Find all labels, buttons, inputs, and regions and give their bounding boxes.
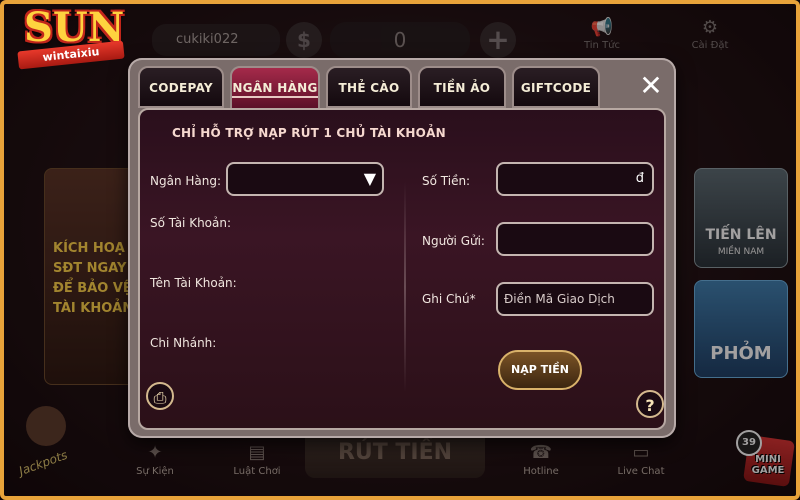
account-number-label: Số Tài Khoản: [150, 216, 232, 230]
tab-codepay[interactable]: CODEPAY [138, 66, 224, 108]
bank-select[interactable]: ▼ [226, 162, 384, 196]
tab-label: GIFTCODE [520, 81, 592, 95]
amount-label: Số Tiền: [422, 174, 471, 188]
deposit-dialog: CODEPAY NGÂN HÀNG THẺ CÀO TIỀN ẢO GIFTCO… [128, 58, 676, 438]
single-account-notice: CHỈ HỖ TRỢ NẠP RÚT 1 CHỦ TÀI KHOẢN [172, 126, 446, 140]
sun-logo: SUN wintaixiu [14, 4, 126, 70]
bank-label: Ngân Hàng: [150, 174, 222, 188]
note-label: Ghi Chú* [422, 292, 476, 306]
tab-giftcode[interactable]: GIFTCODE [512, 66, 600, 108]
account-name-label: Tên Tài Khoản: [150, 276, 237, 290]
sender-input[interactable] [496, 222, 654, 256]
sender-label: Người Gửi: [422, 234, 485, 248]
tab-tien-ao[interactable]: TIỀN ẢO [418, 66, 506, 108]
deposit-submit-button[interactable]: NẠP TIỀN [498, 350, 582, 390]
help-button[interactable]: ? [636, 390, 664, 418]
bank-deposit-panel: CHỈ HỖ TRỢ NẠP RÚT 1 CHỦ TÀI KHOẢN Ngân … [138, 108, 666, 430]
tab-ngan-hang[interactable]: NGÂN HÀNG [230, 66, 320, 110]
tab-label: CODEPAY [149, 81, 213, 95]
branch-label: Chi Nhánh: [150, 336, 217, 350]
currency-symbol: đ [635, 171, 644, 186]
tab-label: NGÂN HÀNG [232, 81, 318, 98]
amount-input[interactable]: đ [496, 162, 654, 196]
history-icon[interactable]: ⎙ [146, 382, 174, 410]
note-input[interactable]: Điền Mã Giao Dịch [496, 282, 654, 316]
tab-the-cao[interactable]: THẺ CÀO [326, 66, 412, 108]
tab-label: TIỀN ẢO [433, 81, 491, 95]
dropdown-arrow-icon: ▼ [363, 169, 376, 188]
column-divider [404, 182, 406, 392]
close-button[interactable]: ✕ [628, 64, 674, 108]
tab-label: THẺ CÀO [338, 81, 400, 95]
